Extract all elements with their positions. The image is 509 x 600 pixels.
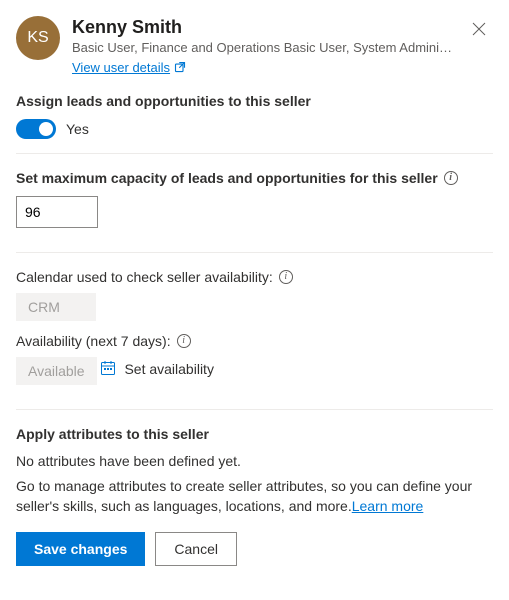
divider bbox=[16, 252, 493, 253]
view-user-details-label: View user details bbox=[72, 60, 170, 75]
assign-toggle-text: Yes bbox=[66, 121, 89, 137]
close-icon bbox=[472, 22, 486, 39]
attributes-title: Apply attributes to this seller bbox=[16, 426, 493, 442]
save-button[interactable]: Save changes bbox=[16, 532, 145, 566]
avatar-initials: KS bbox=[27, 29, 48, 47]
assign-toggle[interactable] bbox=[16, 119, 56, 139]
attributes-empty-text: No attributes have been defined yet. bbox=[16, 452, 493, 472]
info-icon[interactable]: i bbox=[177, 334, 191, 348]
avatar: KS bbox=[16, 16, 60, 60]
calendar-value: CRM bbox=[16, 293, 96, 321]
user-roles: Basic User, Finance and Operations Basic… bbox=[72, 39, 453, 57]
calendar-label: Calendar used to check seller availabili… bbox=[16, 269, 493, 285]
view-user-details-link[interactable]: View user details bbox=[72, 60, 186, 75]
capacity-label: Set maximum capacity of leads and opport… bbox=[16, 170, 493, 186]
calendar-label-text: Calendar used to check seller availabili… bbox=[16, 269, 273, 285]
cancel-button[interactable]: Cancel bbox=[155, 532, 237, 566]
capacity-input[interactable] bbox=[16, 196, 98, 228]
availability-value: Available bbox=[16, 357, 97, 385]
assign-label: Assign leads and opportunities to this s… bbox=[16, 93, 493, 109]
calendar-icon bbox=[100, 360, 116, 379]
availability-label: Availability (next 7 days): i bbox=[16, 333, 493, 349]
info-icon[interactable]: i bbox=[444, 171, 458, 185]
availability-label-text: Availability (next 7 days): bbox=[16, 333, 171, 349]
capacity-label-text: Set maximum capacity of leads and opport… bbox=[16, 170, 438, 186]
divider bbox=[16, 409, 493, 410]
open-new-window-icon bbox=[174, 61, 186, 73]
set-availability-link[interactable]: Set availability bbox=[100, 360, 214, 379]
close-button[interactable] bbox=[465, 16, 493, 44]
info-icon[interactable]: i bbox=[279, 270, 293, 284]
user-name: Kenny Smith bbox=[72, 16, 453, 39]
learn-more-link[interactable]: Learn more bbox=[352, 498, 424, 514]
attributes-help-row: Go to manage attributes to create seller… bbox=[16, 477, 493, 516]
set-availability-label: Set availability bbox=[124, 361, 214, 377]
divider bbox=[16, 153, 493, 154]
